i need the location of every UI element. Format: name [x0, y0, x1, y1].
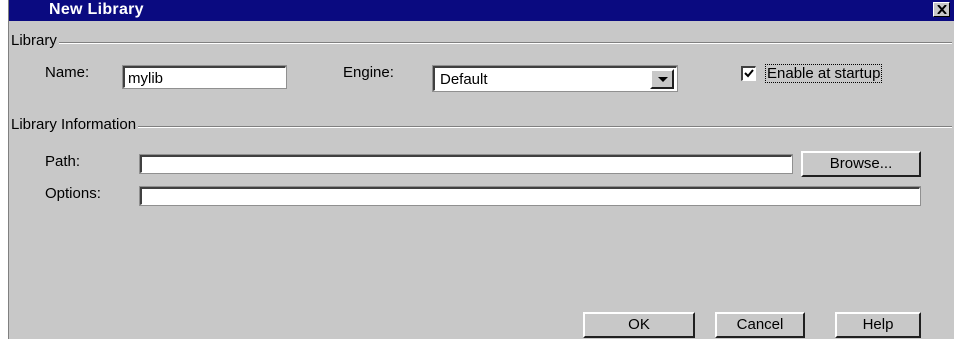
info-group-separator	[13, 126, 952, 128]
title-bar[interactable]: New Library	[9, 0, 954, 21]
library-group-separator	[13, 42, 952, 44]
library-group-label: Library	[11, 32, 59, 49]
engine-select[interactable]: Default	[432, 65, 678, 92]
path-input[interactable]	[139, 154, 793, 174]
info-group-label: Library Information	[11, 116, 139, 133]
close-x-icon	[937, 5, 947, 14]
options-input[interactable]	[139, 186, 921, 206]
checkmark-icon	[744, 69, 754, 78]
name-label: Name:	[45, 64, 90, 81]
ok-button[interactable]: OK	[583, 312, 695, 338]
chevron-down-icon	[658, 77, 668, 82]
enable-startup-checkbox[interactable]	[741, 66, 756, 81]
engine-label: Engine:	[343, 64, 394, 81]
engine-selected-value: Default	[440, 71, 488, 88]
name-input[interactable]	[122, 65, 287, 89]
close-button[interactable]	[933, 2, 950, 17]
cancel-button[interactable]: Cancel	[715, 312, 805, 338]
browse-button[interactable]: Browse...	[801, 151, 921, 177]
new-library-dialog: New Library Library Name: Engine: Defaul…	[8, 0, 954, 339]
help-button[interactable]: Help	[835, 312, 921, 338]
engine-dropdown-button[interactable]	[650, 69, 674, 89]
window-title: New Library	[49, 1, 144, 18]
enable-startup-label[interactable]: Enable at startup	[765, 64, 883, 83]
options-label: Options:	[45, 185, 101, 202]
path-label: Path:	[45, 153, 81, 170]
